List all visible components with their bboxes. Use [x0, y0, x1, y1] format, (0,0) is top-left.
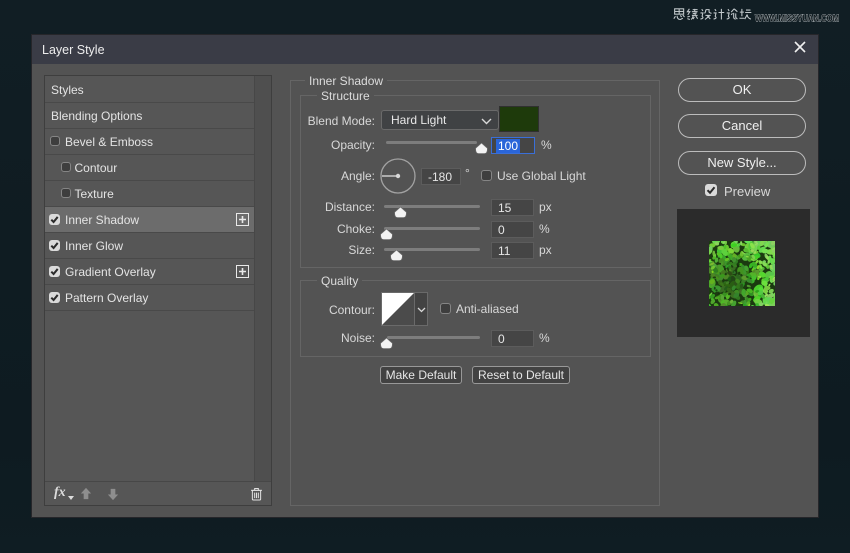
svg-text:WWW.MISSYUAN.COM: WWW.MISSYUAN.COM — [755, 14, 839, 25]
